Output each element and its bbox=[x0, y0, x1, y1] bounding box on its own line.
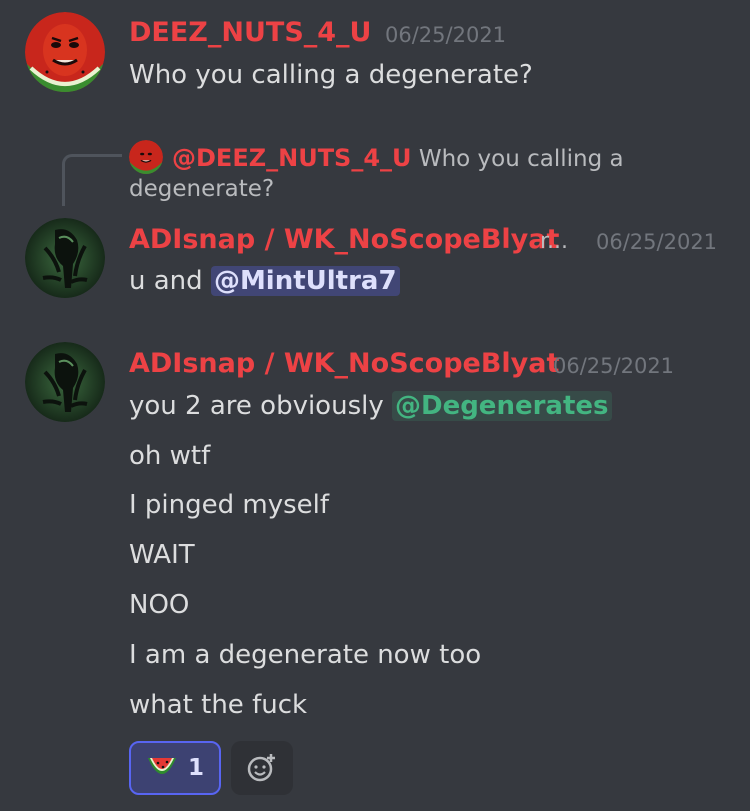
message-text: I am a degenerate now too bbox=[129, 640, 482, 670]
avatar-adisnap[interactable] bbox=[25, 342, 105, 422]
timestamp: 06/25/2021 bbox=[596, 230, 718, 254]
username[interactable]: DEEZ_NUTS_4_U bbox=[129, 17, 371, 48]
user-mention[interactable]: @MintUltra7 bbox=[210, 266, 400, 296]
watermelon-face-avatar-icon bbox=[25, 12, 105, 92]
reaction-count: 1 bbox=[187, 755, 204, 781]
timestamp: 06/25/2021 bbox=[553, 354, 675, 378]
message-text: what the fuck bbox=[129, 690, 308, 720]
reply-text: Who you calling a bbox=[418, 146, 624, 172]
reply-text-continued: degenerate? bbox=[129, 176, 275, 202]
reply-preview[interactable]: @DEEZ_NUTS_4_U Who you calling a bbox=[172, 141, 692, 177]
message-1: DEEZ_NUTS_4_U 06/25/2021 Who you calling… bbox=[0, 0, 750, 110]
message-text-prefix: u and bbox=[129, 266, 203, 296]
message-text-prefix: you 2 are obviously bbox=[129, 391, 384, 421]
alien-creature-avatar-icon bbox=[25, 342, 105, 422]
username[interactable]: ADIsnap / WK_NoScopeBlyat bbox=[129, 224, 559, 255]
message-text: I pinged myself bbox=[129, 490, 330, 520]
avatar-adisnap[interactable] bbox=[25, 218, 105, 298]
message-text: u and @MintUltra7 bbox=[129, 266, 400, 296]
message-text: Who you calling a degenerate? bbox=[129, 60, 533, 90]
alien-creature-avatar-icon bbox=[25, 218, 105, 298]
message-text: WAIT bbox=[129, 540, 195, 570]
avatar-deez-nuts[interactable] bbox=[25, 12, 105, 92]
timestamp: 06/25/2021 bbox=[385, 23, 507, 47]
username[interactable]: ADIsnap / WK_NoScopeBlyat bbox=[129, 348, 559, 379]
add-reaction-button[interactable] bbox=[231, 741, 293, 795]
watermelon-face-avatar-icon bbox=[129, 140, 163, 174]
username-truncated: r... bbox=[540, 229, 569, 254]
message-text: oh wtf bbox=[129, 441, 211, 471]
reply-avatar bbox=[129, 140, 163, 174]
reply-connector bbox=[62, 154, 122, 206]
message-text: NOO bbox=[129, 590, 190, 620]
reply-mention[interactable]: @DEEZ_NUTS_4_U bbox=[172, 144, 412, 172]
message-text: you 2 are obviously @Degenerates bbox=[129, 391, 612, 421]
role-mention[interactable]: @Degenerates bbox=[391, 391, 612, 421]
add-emoji-icon bbox=[247, 754, 275, 782]
watermelon-emoji-icon bbox=[147, 758, 176, 774]
reaction-watermelon[interactable]: 1 bbox=[129, 741, 221, 795]
